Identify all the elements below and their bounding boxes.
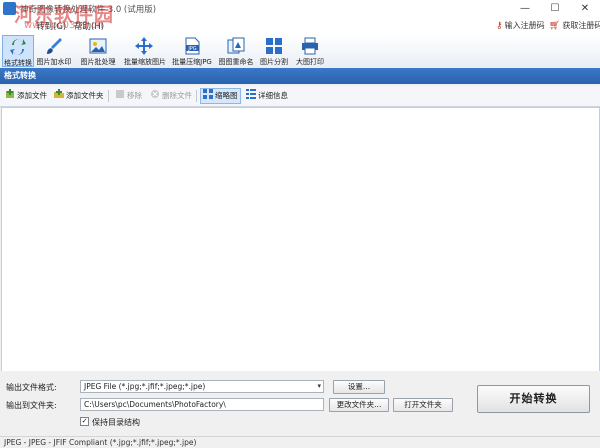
keep-structure-label: 保持目录结构 — [92, 418, 140, 427]
tool-rename[interactable]: 图图重命名 — [219, 35, 254, 67]
remove-label: 移除 — [127, 91, 142, 100]
jpg-icon: JPG — [185, 37, 200, 55]
move-arrows-icon — [135, 37, 153, 55]
tool-label: 图图重命名 — [218, 58, 254, 66]
section-title: 格式转换 — [0, 68, 600, 84]
get-register-code-label: 获取注册码 — [562, 21, 600, 30]
remove-icon — [116, 90, 124, 98]
file-list-area[interactable] — [1, 107, 600, 372]
output-format-select[interactable]: JPEG File (*.jpg;*.jfif;*.jpeg;*.jpe) ▾ — [80, 380, 324, 393]
thumbnail-view-button[interactable]: 缩略图 — [200, 88, 241, 104]
enter-register-code-label: 输入注册码 — [504, 21, 545, 30]
key-icon: ⚷ — [496, 21, 503, 31]
add-folder-button[interactable]: 添加文件夹 — [52, 88, 106, 104]
tool-format-convert[interactable]: 格式转换 — [2, 35, 34, 67]
add-file-icon — [6, 89, 14, 98]
details-label: 详细信息 — [258, 91, 288, 100]
tool-label: 格式转换 — [4, 59, 32, 67]
file-toolbar: 添加文件 添加文件夹 移除 删除文件 缩略图 详细信息 — [0, 86, 600, 107]
format-settings-button[interactable]: 设置... — [333, 380, 385, 394]
tool-label: 图片批处理 — [80, 58, 116, 66]
svg-text:JPG: JPG — [187, 46, 196, 52]
separator — [196, 90, 197, 102]
add-folder-label: 添加文件夹 — [66, 91, 104, 100]
brush-icon — [47, 38, 62, 54]
add-folder-icon — [54, 89, 64, 98]
status-bar: JPEG - JPEG - JFIF Compliant (*.jpg;*.jf… — [0, 436, 600, 447]
output-folder-field[interactable]: C:\Users\pc\Documents\PhotoFactory\ — [80, 398, 324, 411]
minimize-button[interactable]: — — [510, 0, 540, 18]
add-file-label: 添加文件 — [17, 91, 47, 100]
change-folder-button[interactable]: 更改文件夹... — [329, 398, 389, 412]
open-folder-button[interactable]: 打开文件夹 — [393, 398, 453, 412]
printer-icon — [302, 37, 318, 55]
tool-label: 图片加水印 — [36, 58, 72, 66]
tool-large-print[interactable]: 大图打印 — [294, 35, 326, 67]
remove-button[interactable]: 移除 — [113, 88, 144, 104]
enter-register-code-link[interactable]: ⚷ 输入注册码 — [496, 20, 545, 31]
thumbnail-icon — [203, 89, 213, 99]
delete-file-button[interactable]: 删除文件 — [148, 88, 194, 104]
separator — [108, 90, 109, 102]
tool-label: 图片分割 — [260, 58, 288, 66]
keep-structure-checkbox[interactable]: ✓ — [80, 417, 89, 426]
details-list-icon — [246, 89, 256, 99]
tool-label: 大图打印 — [296, 58, 324, 66]
tool-label: 批量缩放图片 — [124, 58, 166, 66]
tool-batch-resize[interactable]: 批量缩放图片 — [124, 35, 166, 67]
chevron-down-icon: ▾ — [317, 382, 321, 390]
output-settings-panel: 输出文件格式: JPEG File (*.jpg;*.jfif;*.jpeg;*… — [0, 371, 600, 435]
tool-batch-process[interactable]: 图片批处理 — [81, 35, 116, 67]
output-format-label: 输出文件格式: — [6, 383, 57, 392]
main-toolbar: 格式转换 图片加水印 图片批处理 批量缩放图片 JPG 批量压缩JPG 图图重命… — [0, 34, 600, 69]
rename-icon — [227, 37, 245, 54]
add-file-button[interactable]: 添加文件 — [3, 88, 49, 104]
details-view-button[interactable]: 详细信息 — [244, 88, 290, 104]
maximize-button[interactable]: ☐ — [540, 0, 570, 18]
tool-watermark[interactable]: 图片加水印 — [37, 35, 72, 67]
grid-icon — [266, 38, 282, 54]
tool-label: 批量压缩JPG — [172, 58, 212, 66]
tool-batch-compress[interactable]: JPG 批量压缩JPG — [172, 35, 212, 67]
format-convert-icon — [10, 39, 26, 55]
image-icon — [89, 38, 107, 54]
output-folder-label: 输出到文件夹: — [6, 401, 57, 410]
output-folder-value: C:\Users\pc\Documents\PhotoFactory\ — [84, 400, 226, 409]
start-convert-button[interactable]: 开始转换 — [477, 385, 590, 413]
watermark-url: www.pc0359.cn — [24, 20, 104, 31]
cart-icon: 🛒︎ — [549, 21, 561, 31]
delete-file-label: 删除文件 — [162, 91, 192, 100]
output-format-value: JPEG File (*.jpg;*.jfif;*.jpeg;*.jpe) — [84, 382, 206, 391]
close-button[interactable]: ✕ — [570, 0, 600, 18]
tool-image-split[interactable]: 图片分割 — [258, 35, 290, 67]
delete-icon — [151, 90, 159, 98]
thumbnail-label: 缩略图 — [215, 91, 238, 100]
get-register-code-link[interactable]: 🛒︎ 获取注册码 — [549, 20, 600, 31]
